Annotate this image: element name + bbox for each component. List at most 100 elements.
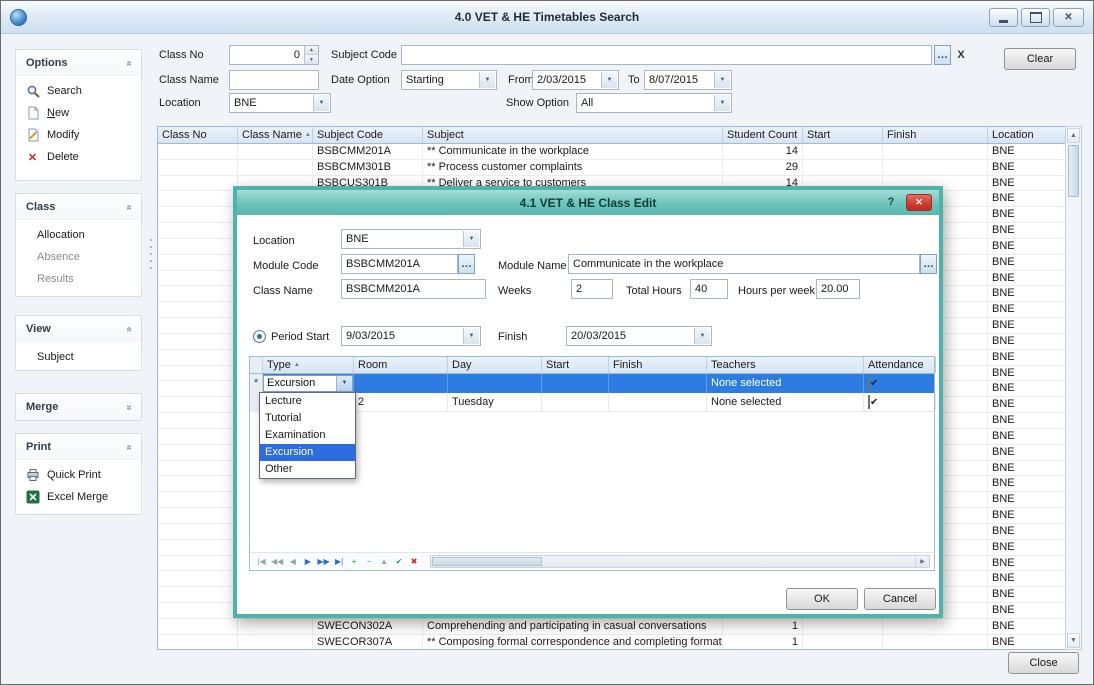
cell-day[interactable] <box>448 374 542 393</box>
module-code-input[interactable]: BSBCMM201A <box>341 254 458 274</box>
subject-code-browse-button[interactable]: … <box>934 45 951 65</box>
column-header[interactable]: Type▲ <box>263 357 354 373</box>
table-row[interactable]: SWECOR307A** Composing formal correspond… <box>158 635 1065 650</box>
cell-start[interactable] <box>542 374 609 393</box>
splitter-handle[interactable] <box>149 239 153 283</box>
scroll-down-icon[interactable]: ▼ <box>1067 633 1080 648</box>
panel-print-header[interactable]: Print » <box>16 434 141 460</box>
close-window-button[interactable] <box>1053 8 1084 27</box>
sidebar-item-excel-merge[interactable]: Excel Merge <box>16 486 141 508</box>
column-header[interactable]: Start <box>803 127 883 143</box>
column-header[interactable]: Location <box>988 127 1066 143</box>
cell-day[interactable]: Tuesday <box>448 393 542 411</box>
nav-next-icon[interactable]: ▶ <box>300 554 315 569</box>
sidebar-item-results[interactable]: Results <box>16 268 141 290</box>
column-header[interactable]: Student Count <box>723 127 803 143</box>
cancel-button[interactable]: Cancel <box>864 588 936 610</box>
sidebar-item-absence[interactable]: Absence <box>16 246 141 268</box>
date-option-select[interactable]: Starting ▼ <box>401 70 497 90</box>
nav-prev-icon[interactable]: ◀ <box>285 554 300 569</box>
table-row[interactable]: BSBCMM201A** Communicate in the workplac… <box>158 144 1065 160</box>
sidebar-item-modify[interactable]: Modify <box>16 124 141 146</box>
class-name-input[interactable] <box>229 70 319 90</box>
column-header[interactable]: Room <box>354 357 448 373</box>
panel-view-header[interactable]: View » <box>16 316 141 342</box>
cell-finish[interactable] <box>609 374 707 393</box>
help-button[interactable]: ? <box>883 194 899 211</box>
cell-room[interactable] <box>354 374 448 393</box>
scroll-up-icon[interactable]: ▲ <box>1067 128 1080 143</box>
period-radio[interactable] <box>253 330 266 343</box>
from-date-select[interactable]: 2/03/2015 ▼ <box>532 70 619 90</box>
column-header[interactable]: Subject Code <box>313 127 423 143</box>
vertical-scrollbar[interactable]: ▲ ▼ <box>1065 126 1082 650</box>
minimize-button[interactable] <box>989 8 1018 27</box>
chevron-down-icon[interactable]: ▼ <box>694 328 710 344</box>
panel-options-header[interactable]: Options » <box>16 50 141 76</box>
dropdown-option[interactable]: Excursion <box>260 444 355 461</box>
show-option-select[interactable]: All ▼ <box>576 93 732 113</box>
column-header[interactable]: Finish <box>883 127 988 143</box>
nav-edit-icon[interactable]: ▲ <box>377 554 392 569</box>
column-header[interactable]: Day <box>448 357 542 373</box>
table-row[interactable]: BSBCMM301B** Process customer complaints… <box>158 160 1065 176</box>
chevron-down-icon[interactable]: ▼ <box>714 72 730 88</box>
cell-attendance[interactable] <box>864 374 936 393</box>
sidebar-item-quick-print[interactable]: Quick Print <box>16 464 141 486</box>
column-header[interactable]: Attendance <box>864 357 936 373</box>
cell-start[interactable] <box>542 393 609 411</box>
table-row[interactable]: SWECON302AComprehending and participatin… <box>158 619 1065 635</box>
type-editor-combo[interactable]: Excursion ▼ <box>263 375 353 392</box>
sidebar-item-delete[interactable]: ✕ Delete <box>16 146 141 168</box>
column-header[interactable]: Teachers <box>707 357 864 373</box>
module-name-browse-button[interactable]: … <box>920 254 937 274</box>
column-header[interactable]: Class Name▲ <box>238 127 313 143</box>
hours-per-week-input[interactable]: 20.00 <box>816 279 860 299</box>
spin-down-icon[interactable] <box>304 55 318 64</box>
period-start-select[interactable]: 9/03/2015 ▼ <box>341 326 481 346</box>
sidebar-item-search[interactable]: Search <box>16 80 141 102</box>
weeks-input[interactable]: 2 <box>571 279 613 299</box>
horizontal-scrollbar[interactable]: ▶ <box>430 555 930 568</box>
sidebar-item-allocation[interactable]: Allocation <box>16 224 141 246</box>
cell-finish[interactable] <box>609 393 707 411</box>
nav-prev-page-icon[interactable]: ◀◀ <box>269 554 285 569</box>
period-finish-select[interactable]: 20/03/2015 ▼ <box>566 326 712 346</box>
chevron-down-icon[interactable]: ▼ <box>601 72 617 88</box>
spin-up-icon[interactable] <box>304 46 318 55</box>
cell-teachers[interactable]: None selected <box>707 374 864 393</box>
column-header[interactable]: Subject <box>423 127 723 143</box>
module-name-input[interactable]: Communicate in the workplace <box>568 254 920 274</box>
class-no-stepper[interactable]: 0 <box>229 45 319 65</box>
attendance-checkbox[interactable] <box>868 395 870 409</box>
subject-code-clear-button[interactable]: X <box>953 45 969 65</box>
total-hours-input[interactable]: 40 <box>690 279 728 299</box>
column-header[interactable]: Start <box>542 357 609 373</box>
grid-row-selected[interactable]: * Excursion ▼ None selected <box>250 374 934 393</box>
close-button[interactable]: Close <box>1008 652 1079 674</box>
sidebar-item-subject[interactable]: Subject <box>16 346 141 368</box>
maximize-button[interactable] <box>1021 8 1050 27</box>
dropdown-option[interactable]: Lecture <box>260 393 355 410</box>
nav-next-page-icon[interactable]: ▶▶ <box>315 554 331 569</box>
chevron-down-icon[interactable]: ▼ <box>463 328 479 344</box>
chevron-down-icon[interactable]: ▼ <box>714 95 730 111</box>
to-date-select[interactable]: 8/07/2015 ▼ <box>644 70 732 90</box>
nav-last-icon[interactable]: ▶| <box>332 554 347 569</box>
ok-button[interactable]: OK <box>786 588 858 610</box>
sidebar-item-new[interactable]: New <box>16 102 141 124</box>
scrollbar-thumb[interactable] <box>1068 145 1079 197</box>
panel-class-header[interactable]: Class » <box>16 194 141 220</box>
scroll-right-icon[interactable]: ▶ <box>915 556 929 567</box>
chevron-down-icon[interactable]: ▼ <box>313 95 329 111</box>
chevron-down-icon[interactable]: ▼ <box>336 376 352 391</box>
column-header[interactable]: Class No <box>158 127 238 143</box>
panel-merge-header[interactable]: Merge » <box>16 394 141 420</box>
clear-button[interactable]: Clear <box>1004 48 1076 70</box>
chevron-down-icon[interactable]: ▼ <box>463 231 479 247</box>
location-select[interactable]: BNE ▼ <box>229 93 331 113</box>
cell-room[interactable]: 2 <box>354 393 448 411</box>
dlg-class-name-input[interactable]: BSBCMM201A <box>341 279 486 299</box>
dropdown-option[interactable]: Other <box>260 461 355 478</box>
cell-teachers[interactable]: None selected <box>707 393 864 411</box>
